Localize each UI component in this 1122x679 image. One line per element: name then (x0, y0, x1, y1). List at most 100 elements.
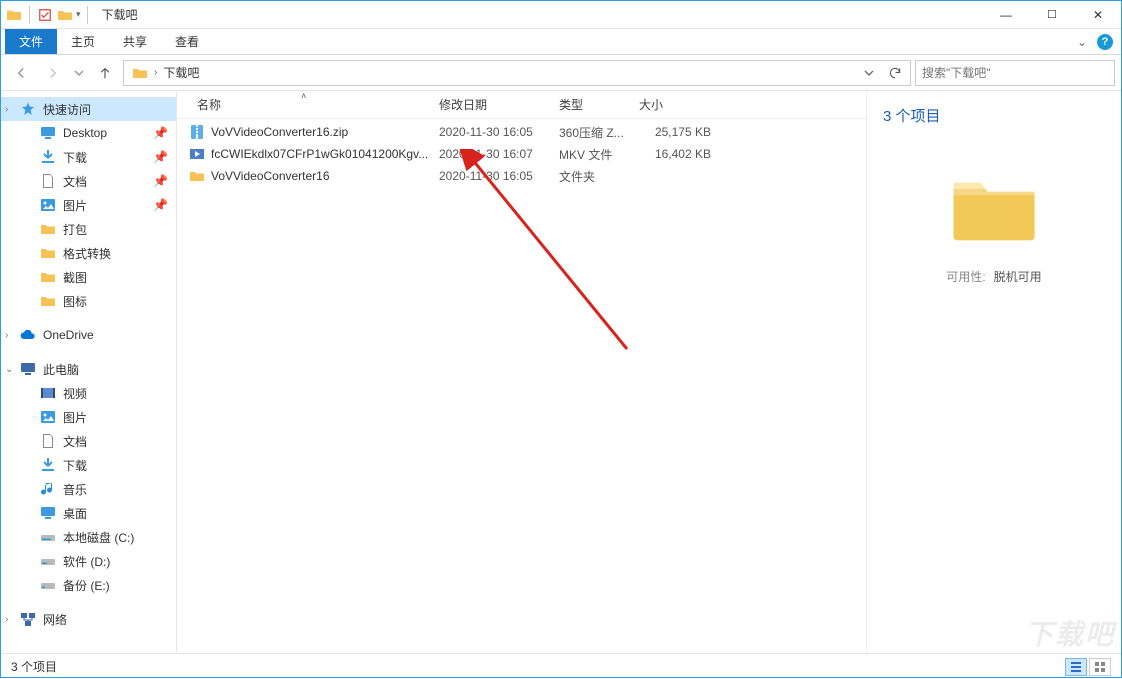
cloud-icon (19, 326, 37, 344)
folder-icon (39, 292, 57, 310)
sidebar-label: 打包 (63, 221, 87, 238)
view-details-button[interactable] (1065, 658, 1087, 676)
ribbon-expand-icon[interactable]: ⌄ (1077, 35, 1087, 49)
address-bar[interactable]: › 下载吧 (123, 60, 911, 86)
tab-view[interactable]: 查看 (161, 29, 213, 54)
column-headers: 名称˄ 修改日期 类型 大小 (177, 91, 866, 119)
search-box[interactable] (915, 60, 1115, 86)
tab-file[interactable]: 文件 (5, 29, 57, 54)
qa-properties-icon[interactable] (36, 6, 54, 24)
breadcrumb-root-icon[interactable] (128, 61, 152, 85)
sidebar-quick-access[interactable]: › 快速访问 (1, 97, 176, 121)
sidebar-thispc[interactable]: ⌄此电脑 (1, 357, 176, 381)
file-date: 2020-11-30 16:07 (439, 147, 559, 161)
downloads-icon (39, 148, 57, 166)
file-name: VoVVideoConverter16 (211, 169, 330, 183)
file-list-area[interactable]: 名称˄ 修改日期 类型 大小 VoVVideoConverter16.zip20… (177, 91, 866, 653)
folder-icon (39, 220, 57, 238)
downloads-icon (39, 456, 57, 474)
availability-value: 脱机可用 (994, 268, 1042, 285)
sidebar-item-downloads2[interactable]: 下载 (1, 453, 176, 477)
view-icons-button[interactable] (1089, 658, 1111, 676)
title-bar: ▾ 下载吧 — ☐ ✕ (1, 1, 1121, 29)
close-button[interactable]: ✕ (1075, 1, 1121, 29)
sidebar-item-jietu[interactable]: 截图 (1, 265, 176, 289)
sidebar-label: 网络 (43, 611, 67, 628)
nav-bar: › 下载吧 (1, 55, 1121, 91)
file-row[interactable]: VoVVideoConverter162020-11-30 16:05文件夹 (189, 165, 866, 187)
file-size: 25,175 KB (639, 125, 719, 139)
sidebar-item-dabao[interactable]: 打包 (1, 217, 176, 241)
sidebar-label: 桌面 (63, 505, 87, 522)
sidebar-onedrive[interactable]: ›OneDrive (1, 323, 176, 347)
sidebar-item-geshizhuanhuan[interactable]: 格式转换 (1, 241, 176, 265)
sidebar-item-music[interactable]: 音乐 (1, 477, 176, 501)
search-input[interactable] (922, 66, 1108, 80)
sidebar-item-documents[interactable]: 文档📌 (1, 169, 176, 193)
address-dropdown-icon[interactable] (858, 62, 880, 84)
sidebar-item-desktop[interactable]: Desktop📌 (1, 121, 176, 145)
col-header-name[interactable]: 名称˄ (189, 91, 431, 118)
sidebar-item-pictures2[interactable]: 图片 (1, 405, 176, 429)
chevron-right-icon[interactable]: › (5, 614, 8, 625)
sidebar-item-desktop2[interactable]: 桌面 (1, 501, 176, 525)
col-header-date[interactable]: 修改日期 (431, 91, 551, 118)
zip-icon (189, 124, 205, 140)
sidebar-label: 下载 (63, 457, 87, 474)
separator (87, 6, 88, 24)
file-row[interactable]: VoVVideoConverter16.zip2020-11-30 16:053… (189, 121, 866, 143)
sidebar-label: 备份 (E:) (63, 577, 110, 594)
nav-back-button[interactable] (7, 59, 35, 87)
maximize-button[interactable]: ☐ (1029, 1, 1075, 29)
nav-recent-button[interactable] (71, 59, 87, 87)
pictures-icon (39, 196, 57, 214)
refresh-icon[interactable] (884, 62, 906, 84)
chevron-down-icon[interactable]: ⌄ (5, 364, 13, 375)
qa-newfolder-icon[interactable] (56, 6, 74, 24)
sidebar-item-pictures[interactable]: 图片📌 (1, 193, 176, 217)
drive-icon (39, 528, 57, 546)
chevron-right-icon[interactable]: › (152, 67, 159, 78)
sidebar-item-drive-e[interactable]: 备份 (E:) (1, 573, 176, 597)
help-icon[interactable]: ? (1097, 34, 1113, 50)
desktop-icon (39, 504, 57, 522)
nav-forward-button[interactable] (39, 59, 67, 87)
music-icon (39, 480, 57, 498)
status-text: 3 个项目 (11, 658, 57, 675)
drive-icon (39, 576, 57, 594)
folder-icon (39, 244, 57, 262)
file-row[interactable]: fcCWIEkdlx07CFrP1wGk01041200Kgv...2020-1… (189, 143, 866, 165)
sidebar-network[interactable]: › 网络 (1, 607, 176, 631)
sidebar-item-tubiao[interactable]: 图标 (1, 289, 176, 313)
separator (29, 6, 30, 24)
sidebar-label: 截图 (63, 269, 87, 286)
pictures-icon (39, 408, 57, 426)
col-header-type[interactable]: 类型 (551, 91, 631, 118)
nav-up-button[interactable] (91, 59, 119, 87)
details-title: 3 个项目 (883, 105, 941, 126)
minimize-button[interactable]: — (983, 1, 1029, 29)
breadcrumb-current[interactable]: 下载吧 (159, 61, 203, 85)
sidebar-item-drive-c[interactable]: 本地磁盘 (C:) (1, 525, 176, 549)
app-folder-icon[interactable] (5, 6, 23, 24)
file-name: VoVVideoConverter16.zip (211, 125, 348, 139)
content-area: › 快速访问 Desktop📌 下载📌 文档📌 图片📌 打包 格式转换 截图 图… (1, 91, 1121, 653)
sidebar-label: 下载 (63, 149, 87, 166)
address-right-controls (858, 62, 906, 84)
tab-share[interactable]: 共享 (109, 29, 161, 54)
col-header-size[interactable]: 大小 (631, 91, 711, 118)
sidebar-item-drive-d[interactable]: 软件 (D:) (1, 549, 176, 573)
qa-customize-icon[interactable]: ▾ (76, 9, 81, 20)
sort-asc-icon: ˄ (301, 91, 306, 101)
sidebar-label: 软件 (D:) (63, 553, 110, 570)
sidebar-item-downloads[interactable]: 下载📌 (1, 145, 176, 169)
sidebar-item-videos[interactable]: 视频 (1, 381, 176, 405)
pin-icon: 📌 (153, 198, 168, 212)
sidebar-label: 快速访问 (43, 101, 91, 118)
sidebar-label: 文档 (63, 173, 87, 190)
sidebar-item-documents2[interactable]: 文档 (1, 429, 176, 453)
chevron-right-icon[interactable]: › (5, 104, 8, 115)
chevron-right-icon[interactable]: › (5, 330, 8, 341)
sidebar-label: 图片 (63, 409, 87, 426)
tab-home[interactable]: 主页 (57, 29, 109, 54)
